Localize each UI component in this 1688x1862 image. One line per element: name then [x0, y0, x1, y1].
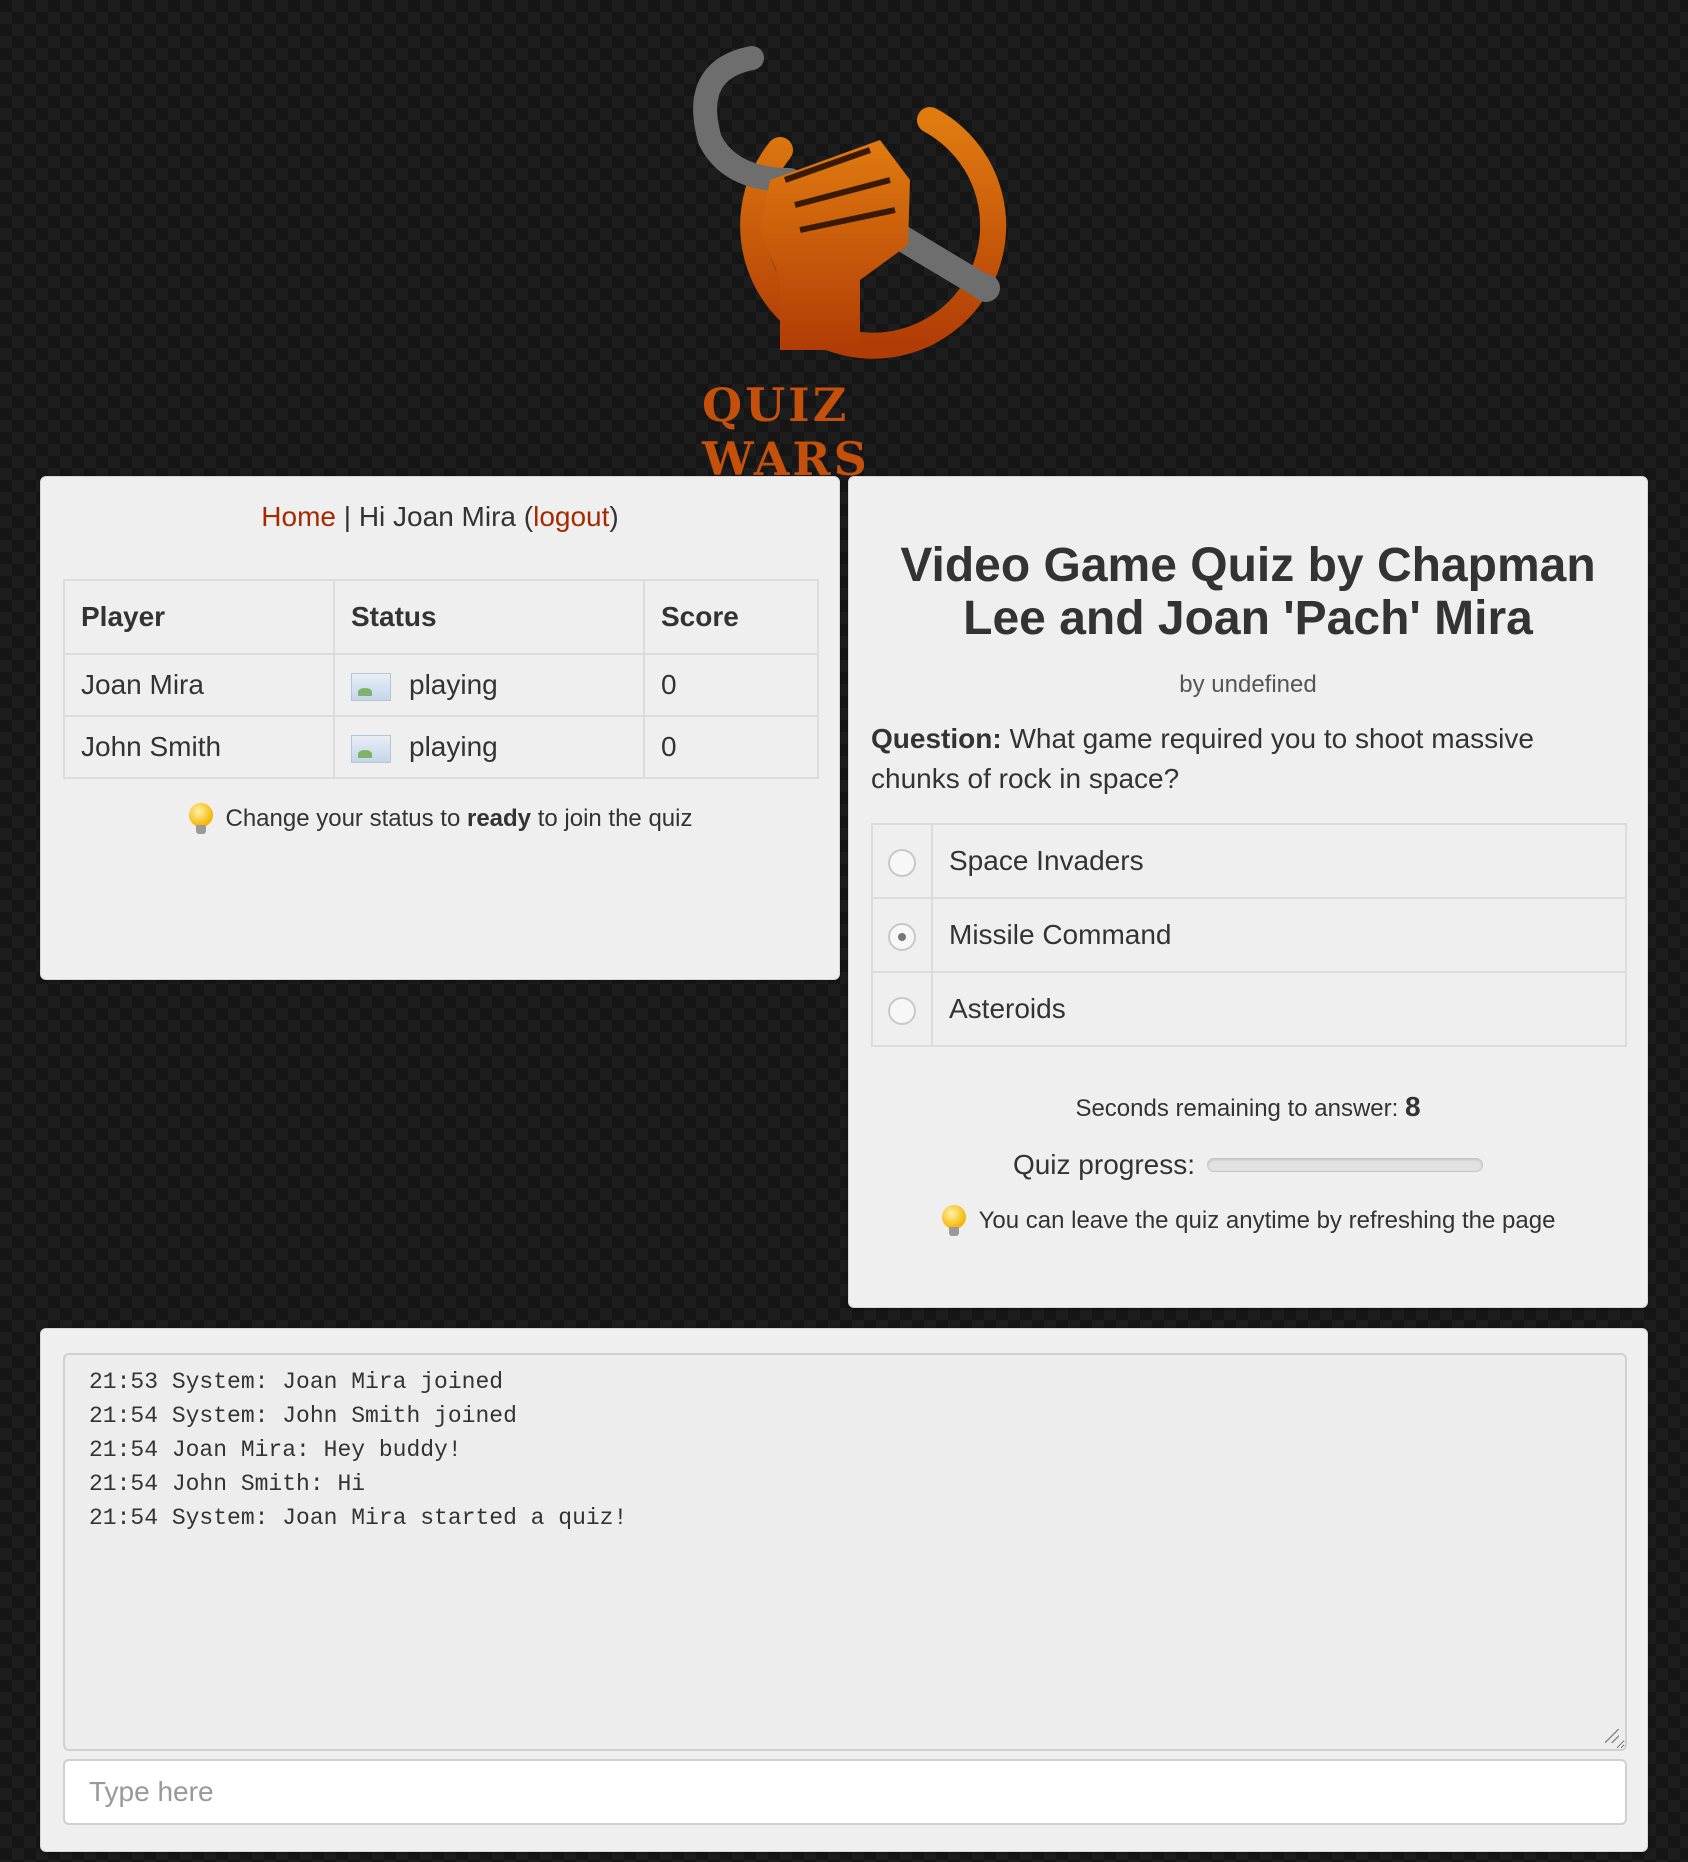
answer-label[interactable]: Space Invaders — [931, 823, 1627, 899]
player-score: 0 — [643, 653, 819, 717]
chat-message: 21:54 John Smith: Hi — [89, 1471, 366, 1497]
chat-panel: 21:53 System: Joan Mira joined 21:54 Sys… — [40, 1328, 1648, 1852]
greeting-close: ) — [609, 501, 619, 532]
column-header-player: Player — [63, 579, 335, 655]
players-table: Player Status Score Joan Mira playing 0 … — [63, 579, 819, 779]
leave-hint: You can leave the quiz anytime by refres… — [849, 1205, 1647, 1237]
question: Question: What game required you to shoo… — [871, 719, 1607, 799]
player-status: playing — [333, 653, 645, 717]
answer-options: Space Invaders Missile Command Asteroids — [871, 823, 1627, 1047]
nav-separator: | — [335, 501, 359, 532]
quiz-author: by undefined — [1179, 671, 1317, 698]
progress-label: Quiz progress: — [1012, 1149, 1196, 1180]
table-row: Joan Mira playing 0 — [63, 653, 819, 717]
quiz-panel: Video Game Quiz by Chapman Lee and Joan … — [848, 476, 1648, 1308]
answer-option[interactable]: Missile Command — [871, 897, 1627, 973]
status-hint-before: Change your status to — [225, 805, 461, 832]
player-name: Joan Mira — [63, 653, 335, 717]
answer-option[interactable]: Space Invaders — [871, 823, 1627, 899]
quiz-wars-logo: QUIZ WARS — [680, 30, 1020, 486]
player-status-text: playing — [409, 731, 498, 762]
leave-hint-text: You can leave the quiz anytime by refres… — [978, 1207, 1556, 1234]
player-name: John Smith — [63, 715, 335, 779]
lightbulb-icon — [941, 1205, 967, 1237]
radio-button-selected[interactable] — [888, 922, 916, 951]
quiz-progress: Quiz progress: — [849, 1149, 1647, 1181]
chat-input[interactable] — [63, 1759, 1627, 1825]
status-image-icon — [351, 734, 391, 763]
lightbulb-icon — [188, 803, 214, 835]
quiz-title: Video Game Quiz by Chapman Lee and Joan … — [900, 539, 1596, 645]
progress-bar — [1207, 1158, 1484, 1172]
answer-timer: Seconds remaining to answer: 8 — [849, 1091, 1647, 1123]
answer-label[interactable]: Asteroids — [931, 971, 1627, 1047]
home-link[interactable]: Home — [261, 501, 336, 532]
question-label: Question: — [871, 723, 1002, 754]
chat-message: 21:53 System: Joan Mira joined — [89, 1369, 504, 1395]
greeting: Hi Joan Mira ( — [358, 501, 534, 532]
timer-label: Seconds remaining to answer: — [1075, 1095, 1405, 1122]
column-header-status: Status — [333, 579, 645, 655]
answer-option[interactable]: Asteroids — [871, 971, 1627, 1047]
resize-handle-icon[interactable] — [1605, 1729, 1619, 1743]
player-score: 0 — [643, 715, 819, 779]
status-hint: Change your status to ready to join the … — [41, 803, 839, 835]
players-panel: Home | Hi Joan Mira (logout) Player Stat… — [40, 476, 840, 980]
radio-button[interactable] — [888, 848, 916, 877]
player-status: playing — [333, 715, 645, 779]
status-hint-ready: ready — [466, 805, 532, 832]
logout-link[interactable]: logout — [533, 501, 609, 532]
answer-label[interactable]: Missile Command — [931, 897, 1627, 973]
nav-bar: Home | Hi Joan Mira (logout) — [41, 501, 839, 533]
chat-message: 21:54 System: John Smith joined — [89, 1403, 517, 1429]
logo-text: QUIZ WARS — [702, 378, 870, 486]
column-header-score: Score — [643, 579, 819, 655]
table-row: John Smith playing 0 — [63, 715, 819, 779]
timer-value: 8 — [1404, 1091, 1421, 1122]
chat-log[interactable]: 21:53 System: Joan Mira joined 21:54 Sys… — [63, 1353, 1627, 1751]
player-status-text: playing — [409, 669, 498, 700]
radio-button[interactable] — [888, 996, 916, 1025]
status-image-icon — [351, 672, 391, 701]
status-hint-after: to join the quiz — [537, 805, 693, 832]
table-header-row: Player Status Score — [63, 579, 819, 655]
chat-message: 21:54 Joan Mira: Hey buddy! — [89, 1437, 462, 1463]
chat-message: 21:54 System: Joan Mira started a quiz! — [89, 1505, 628, 1531]
